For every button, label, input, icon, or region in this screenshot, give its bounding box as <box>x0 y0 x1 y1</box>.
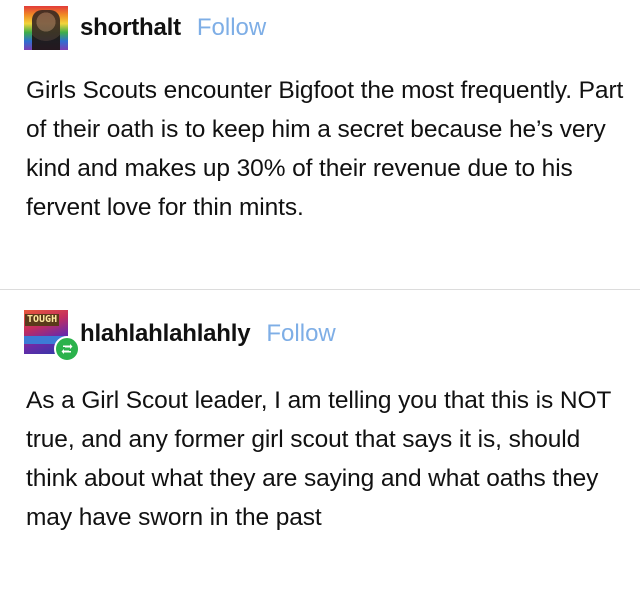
avatar[interactable] <box>24 6 68 50</box>
post-text: As a Girl Scout leader, I am telling you… <box>26 387 611 531</box>
avatar-wrapper[interactable]: TOUGH <box>24 310 80 362</box>
reblog-icon <box>54 336 80 362</box>
follow-button[interactable]: Follow <box>197 14 266 42</box>
post-text: Girls Scouts encounter Bigfoot the most … <box>26 77 624 221</box>
post-header: TOUGH hlahlahlahlahly Follow <box>24 310 336 362</box>
post-header: shorthalt Follow <box>24 6 266 50</box>
avatar-text: TOUGH <box>25 314 60 326</box>
profile-photo-rainbow-icon <box>32 10 60 50</box>
post-divider <box>0 289 640 290</box>
follow-button[interactable]: Follow <box>266 320 335 348</box>
reblog-arrows-icon <box>61 344 73 354</box>
username[interactable]: shorthalt <box>80 14 181 42</box>
username[interactable]: hlahlahlahlahly <box>80 320 251 348</box>
